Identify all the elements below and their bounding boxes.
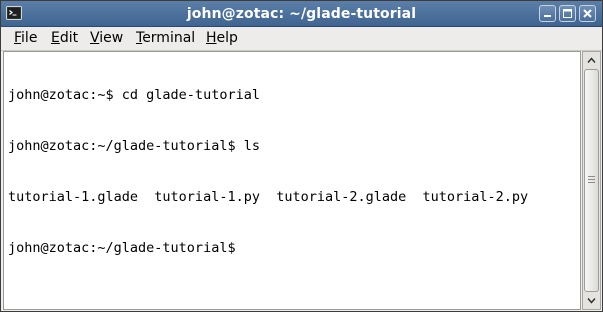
terminal-output[interactable]: john@zotac:~$ cd glade-tutorial john@zot… <box>3 51 581 310</box>
minimize-icon <box>544 15 551 17</box>
title-bar[interactable]: john@zotac: ~/glade-tutorial <box>1 1 602 27</box>
grip-line <box>588 176 595 177</box>
scroll-up-arrow-icon[interactable] <box>584 53 599 68</box>
terminal-line: tutorial-1.glade tutorial-1.py tutorial-… <box>8 189 529 205</box>
scroll-down-arrow-icon[interactable] <box>584 293 599 308</box>
menu-edit[interactable]: Edit <box>51 30 78 47</box>
maximize-icon <box>563 9 572 18</box>
terminal-line: john@zotac:~/glade-tutorial$ ls <box>8 138 260 154</box>
menu-view[interactable]: View <box>90 30 123 47</box>
maximize-button[interactable] <box>559 5 576 22</box>
menu-terminal[interactable]: Terminal <box>136 30 195 47</box>
menu-bar: File Edit View Terminal Help <box>1 27 602 51</box>
menu-view-label: iew <box>99 30 124 46</box>
terminal-line: john@zotac:~/glade-tutorial$ <box>8 240 244 256</box>
grip-line <box>588 182 595 183</box>
scrollbar-thumb[interactable] <box>584 69 599 292</box>
close-icon <box>583 9 592 18</box>
vertical-scrollbar[interactable] <box>582 51 601 310</box>
terminal-text: john@zotac:~$ cd glade-tutorial john@zot… <box>8 53 528 291</box>
menu-file[interactable]: File <box>14 30 37 47</box>
menu-file-label: ile <box>21 30 38 46</box>
menu-edit-mnemonic: E <box>51 30 60 46</box>
menu-help-mnemonic: H <box>206 30 217 46</box>
menu-help[interactable]: Help <box>206 30 238 47</box>
grip-line <box>588 179 595 180</box>
close-button[interactable] <box>579 5 596 22</box>
menu-terminal-label: erminal <box>142 30 196 46</box>
terminal-line: john@zotac:~$ cd glade-tutorial <box>8 87 260 103</box>
minimize-button[interactable] <box>539 5 556 22</box>
menu-edit-label: dit <box>59 30 79 46</box>
window-title: john@zotac: ~/glade-tutorial <box>186 6 417 22</box>
menu-help-label: elp <box>216 30 238 46</box>
terminal-window: john@zotac: ~/glade-tutorial File Edit V… <box>0 0 603 312</box>
menu-file-mnemonic: F <box>14 30 22 46</box>
menu-view-mnemonic: V <box>90 30 100 46</box>
